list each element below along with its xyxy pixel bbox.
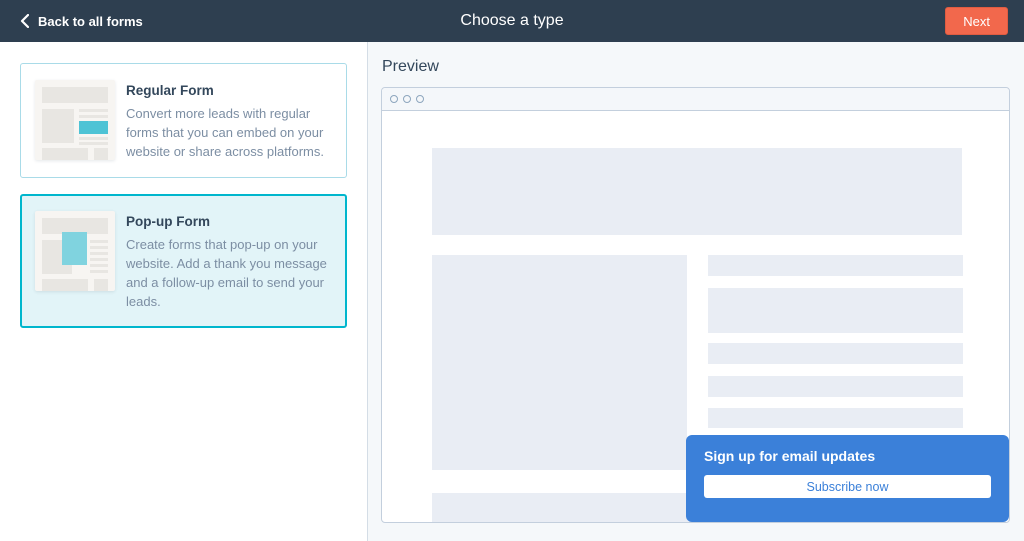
browser-dot-icon — [416, 95, 424, 103]
preview-panel: Preview Sign up for email updates Subscr… — [368, 42, 1024, 541]
placeholder-body-block — [432, 255, 687, 470]
placeholder-line — [708, 376, 963, 397]
browser-dot-icon — [390, 95, 398, 103]
placeholder-hero-block — [432, 148, 962, 235]
popup-title: Sign up for email updates — [704, 448, 991, 464]
placeholder-line — [708, 408, 963, 428]
next-button[interactable]: Next — [945, 7, 1008, 35]
browser-preview-window: Sign up for email updates Subscribe now — [381, 87, 1010, 523]
subscribe-now-button: Subscribe now — [704, 475, 991, 498]
placeholder-line — [708, 255, 963, 276]
main-content: Regular Form Convert more leads with reg… — [0, 42, 1024, 541]
card-title: Regular Form — [126, 83, 332, 98]
page-mock-content: Sign up for email updates Subscribe now — [382, 111, 1009, 522]
page-title: Choose a type — [460, 12, 563, 30]
placeholder-line — [708, 288, 963, 333]
card-description: Create forms that pop-up on your website… — [126, 235, 332, 311]
form-type-list: Regular Form Convert more leads with reg… — [0, 42, 368, 541]
card-title: Pop-up Form — [126, 214, 332, 229]
browser-dot-icon — [403, 95, 411, 103]
placeholder-line — [708, 343, 963, 364]
email-signup-popup-preview: Sign up for email updates Subscribe now — [686, 435, 1009, 522]
chevron-left-icon — [20, 14, 29, 28]
back-to-all-forms-link[interactable]: Back to all forms — [20, 14, 143, 29]
popup-form-thumbnail-icon — [35, 211, 115, 291]
browser-chrome-bar — [382, 88, 1009, 111]
top-bar: Back to all forms Choose a type Next — [0, 0, 1024, 42]
preview-heading: Preview — [382, 58, 1010, 76]
form-type-card-popup[interactable]: Pop-up Form Create forms that pop-up on … — [20, 194, 347, 328]
back-link-label: Back to all forms — [38, 14, 143, 29]
form-type-card-regular[interactable]: Regular Form Convert more leads with reg… — [20, 63, 347, 178]
regular-form-thumbnail-icon — [35, 80, 115, 160]
card-description: Convert more leads with regular forms th… — [126, 104, 332, 161]
